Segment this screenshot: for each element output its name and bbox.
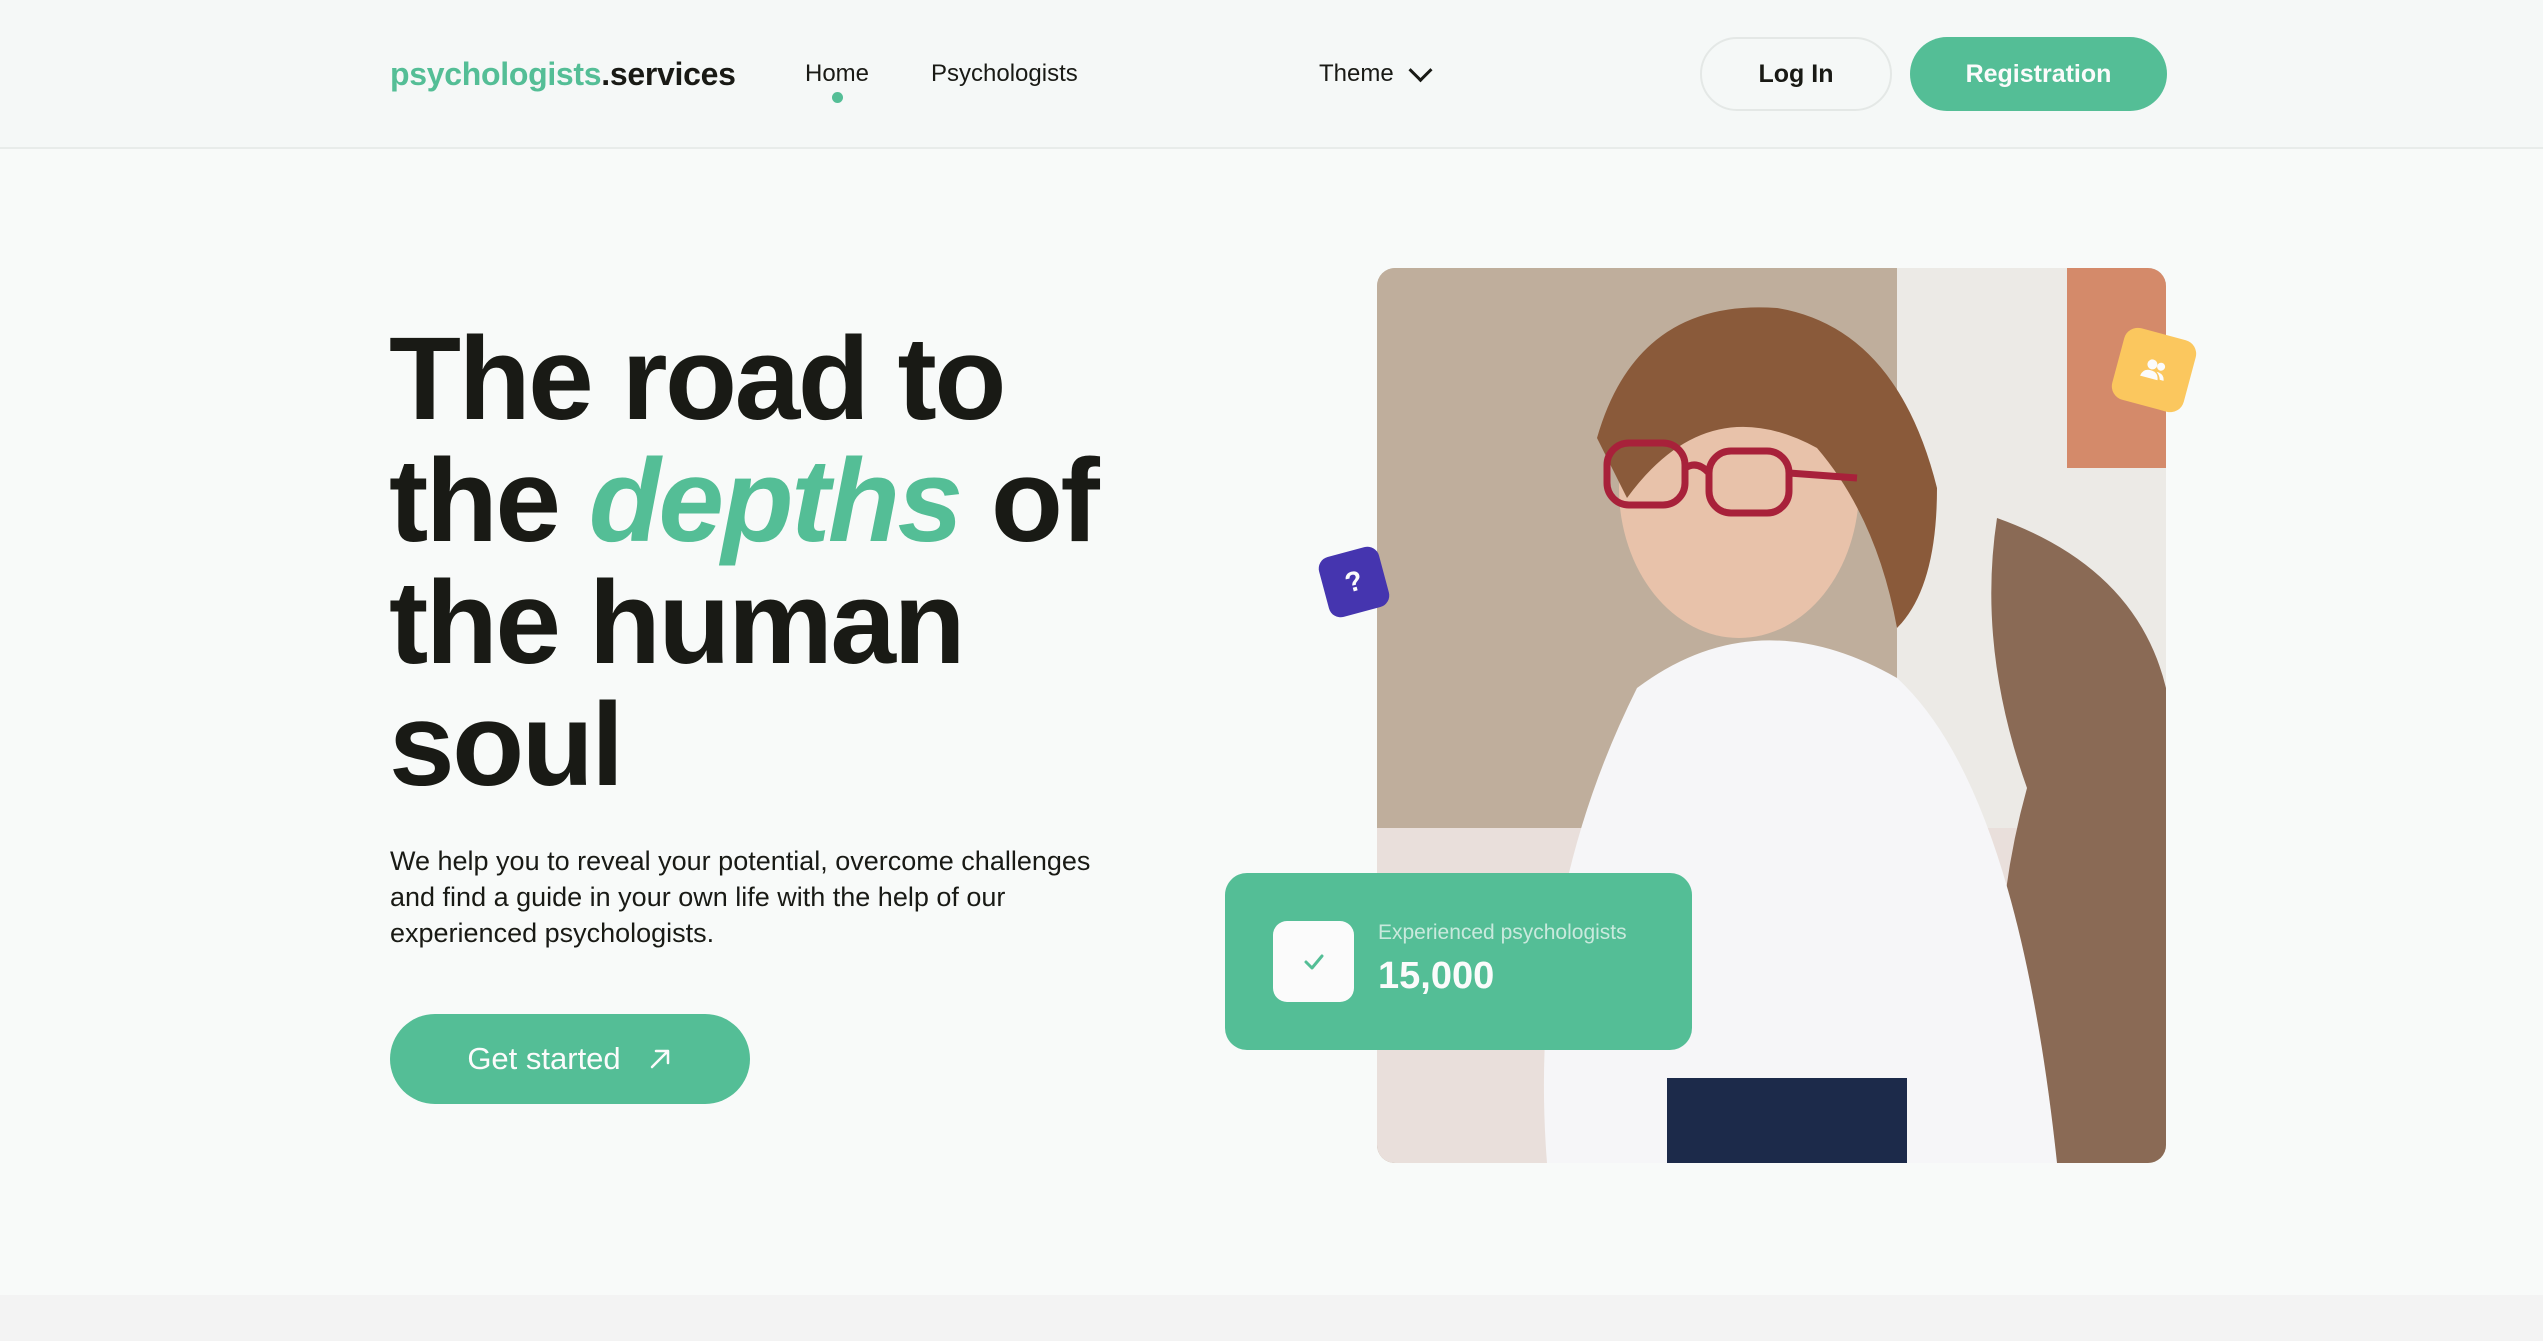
hero-title-line3: the human: [389, 557, 966, 689]
hero-title-line4: soul: [389, 679, 624, 811]
get-started-button[interactable]: Get started: [390, 1014, 750, 1104]
check-icon: [1304, 954, 1323, 969]
theme-dropdown[interactable]: Theme: [1319, 57, 1433, 88]
active-nav-indicator: [832, 92, 843, 103]
users-icon: [2140, 359, 2166, 381]
chevron-down-icon: [1408, 57, 1433, 82]
hero-description: We help you to reveal your potential, ov…: [390, 846, 1091, 948]
nav-home-link[interactable]: Home: [805, 60, 869, 88]
get-started-label: Get started: [467, 1041, 621, 1076]
page-bottom-strip: [0, 1295, 2543, 1341]
login-button[interactable]: Log In: [1700, 37, 1892, 111]
experienced-psychologists-card: Experienced psychologists 15,000: [1225, 873, 1692, 1050]
registration-button[interactable]: Registration: [1910, 37, 2167, 111]
hero-title-the: the: [389, 435, 561, 567]
site-logo[interactable]: psychologists.services: [390, 56, 736, 93]
hero-title-of: of: [990, 435, 1100, 567]
logo-rest: .services: [601, 56, 736, 92]
question-icon: ?: [1341, 564, 1367, 599]
site-header: psychologists.services Home Psychologist…: [0, 0, 2543, 149]
logo-accent: psychologists: [390, 56, 602, 92]
stat-value: 15,000: [1378, 955, 1495, 997]
theme-label: Theme: [1319, 60, 1394, 87]
arrow-up-right-icon: [650, 1049, 669, 1069]
check-badge: [1273, 921, 1354, 1002]
nav-psychologists-link[interactable]: Psychologists: [931, 60, 1078, 88]
hero-title-line1: The road to: [389, 313, 1006, 445]
hero-title-accent: depths: [588, 435, 963, 567]
stat-label: Experienced psychologists: [1378, 921, 1627, 944]
hero-title: The road to the depths of the human soul: [389, 318, 1289, 806]
